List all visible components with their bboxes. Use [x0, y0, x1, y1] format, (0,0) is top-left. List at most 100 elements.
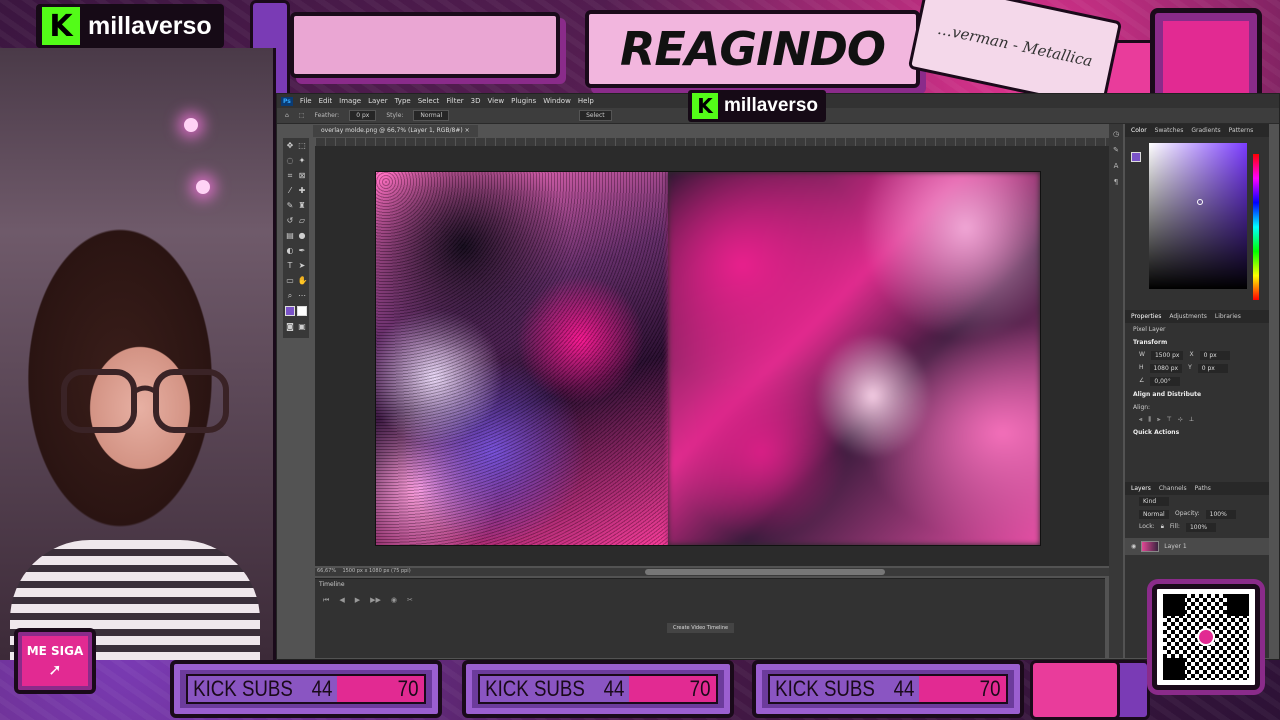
menu-help[interactable]: Help	[578, 97, 594, 105]
photoshop-logo-icon[interactable]: Ps	[281, 96, 293, 106]
horizontal-scrollbar[interactable]	[315, 568, 1111, 576]
visibility-eye-icon[interactable]: ◉	[1131, 543, 1136, 550]
qr-code-panel[interactable]	[1152, 584, 1260, 690]
canvas-area[interactable]	[315, 146, 1111, 566]
select-mask-button[interactable]: Select	[579, 110, 612, 121]
qr-code-icon[interactable]	[1163, 594, 1249, 680]
fill-input[interactable]: 100%	[1185, 523, 1216, 532]
history-brush-icon[interactable]: ↺	[286, 216, 295, 225]
foreground-color-chip[interactable]	[1131, 152, 1141, 162]
photoshop-window[interactable]: Ps File Edit Image Layer Type Select Fil…	[276, 93, 1280, 660]
next-frame-icon[interactable]: ▶▶	[370, 596, 381, 605]
audio-icon[interactable]: ◉	[391, 596, 397, 605]
tab-color[interactable]: Color	[1131, 127, 1147, 134]
tab-properties[interactable]: Properties	[1131, 313, 1161, 320]
align-center-icon[interactable]: ⫼	[1148, 416, 1151, 424]
scrollbar-thumb[interactable]	[645, 569, 885, 575]
blur-tool-icon[interactable]: ●	[298, 231, 307, 240]
align-top-icon[interactable]: ⊤	[1167, 416, 1172, 424]
tab-adjustments[interactable]: Adjustments	[1169, 313, 1207, 320]
gradient-tool-icon[interactable]: ▤	[286, 231, 295, 240]
background-color-swatch[interactable]	[297, 306, 307, 316]
dodge-tool-icon[interactable]: ◐	[286, 246, 295, 255]
brush-settings-icon[interactable]: ✎	[1113, 146, 1119, 154]
menu-plugins[interactable]: Plugins	[511, 97, 536, 105]
zoom-level[interactable]: 66,67%	[317, 568, 336, 574]
menu-type[interactable]: Type	[395, 97, 411, 105]
hand-tool-icon[interactable]: ✋	[298, 276, 308, 285]
menu-image[interactable]: Image	[339, 97, 361, 105]
menu-edit[interactable]: Edit	[319, 97, 333, 105]
eraser-tool-icon[interactable]: ▱	[298, 216, 307, 225]
align-left-icon[interactable]: ⫷	[1139, 416, 1142, 424]
more-tools-icon[interactable]: ⋯	[298, 291, 307, 300]
split-icon[interactable]: ✂	[407, 596, 413, 605]
create-video-timeline-button[interactable]: Create Video Timeline	[667, 623, 735, 633]
lock-icon[interactable]: 🔒︎	[1161, 523, 1164, 532]
menu-filter[interactable]: Filter	[446, 97, 463, 105]
color-picker-ring[interactable]	[1197, 199, 1203, 205]
marquee-tool-icon[interactable]: ⬚	[299, 112, 305, 119]
tab-paths[interactable]: Paths	[1195, 485, 1211, 492]
feather-input[interactable]: 0 px	[349, 110, 377, 121]
foreground-color-swatch[interactable]	[285, 306, 295, 316]
align-header[interactable]: Align and Distribute	[1125, 388, 1269, 401]
color-field[interactable]	[1149, 143, 1247, 289]
document-tab[interactable]: overlay molde.png @ 66,7% (Layer 1, RGB/…	[313, 125, 478, 137]
eyedropper-icon[interactable]: ⁄	[286, 186, 295, 195]
opacity-input[interactable]: 100%	[1205, 510, 1236, 519]
tab-gradients[interactable]: Gradients	[1191, 127, 1220, 134]
marquee-tool-icon[interactable]: ⬚	[298, 141, 307, 150]
tab-channels[interactable]: Channels	[1159, 485, 1187, 492]
tab-libraries[interactable]: Libraries	[1215, 313, 1241, 320]
menu-3d[interactable]: 3D	[471, 97, 481, 105]
align-bottom-icon[interactable]: ⊥	[1189, 416, 1194, 424]
quick-mask-icon[interactable]: ◙	[286, 322, 295, 331]
menu-file[interactable]: File	[300, 97, 312, 105]
angle-input[interactable]: 0,00°	[1150, 377, 1181, 386]
crop-tool-icon[interactable]: ⌗	[286, 171, 295, 180]
tab-patterns[interactable]: Patterns	[1229, 127, 1254, 134]
move-tool-icon[interactable]: ✥	[286, 141, 295, 150]
lasso-tool-icon[interactable]: ◌	[286, 156, 295, 165]
height-input[interactable]: 1080 px	[1149, 364, 1183, 373]
menu-window[interactable]: Window	[543, 97, 571, 105]
align-right-icon[interactable]: ⫸	[1157, 416, 1160, 424]
layer-item[interactable]: ◉ Layer 1	[1125, 538, 1269, 555]
history-icon[interactable]: ◷	[1113, 130, 1119, 138]
align-middle-icon[interactable]: ⊹	[1178, 416, 1183, 424]
blend-mode-select[interactable]: Normal	[1139, 510, 1169, 519]
menu-layer[interactable]: Layer	[368, 97, 388, 105]
character-icon[interactable]: A	[1114, 162, 1119, 170]
zoom-tool-icon[interactable]: ⌕	[286, 291, 295, 300]
type-tool-icon[interactable]: T	[286, 261, 295, 270]
prev-frame-icon[interactable]: ◀	[339, 596, 344, 605]
kind-filter-select[interactable]: Kind	[1139, 497, 1169, 506]
shape-tool-icon[interactable]: ▭	[286, 276, 295, 285]
first-frame-icon[interactable]: ⏮	[323, 596, 329, 605]
brush-tool-icon[interactable]: ✎	[286, 201, 295, 210]
path-select-icon[interactable]: ➤	[298, 261, 307, 270]
tab-layers[interactable]: Layers	[1131, 485, 1151, 492]
screen-mode-icon[interactable]: ▣	[298, 322, 307, 331]
healing-brush-icon[interactable]: ✚	[298, 186, 307, 195]
quick-actions-header[interactable]: Quick Actions	[1125, 426, 1269, 439]
home-icon[interactable]: ⌂	[285, 112, 289, 119]
paragraph-icon[interactable]: ¶	[1114, 178, 1118, 186]
style-select[interactable]: Normal	[413, 110, 450, 121]
width-input[interactable]: 1500 px	[1150, 351, 1184, 360]
menu-view[interactable]: View	[488, 97, 505, 105]
transform-header[interactable]: Transform	[1125, 336, 1269, 349]
tab-swatches[interactable]: Swatches	[1155, 127, 1184, 134]
x-input[interactable]: 0 px	[1199, 351, 1230, 360]
layer-name[interactable]: Layer 1	[1164, 543, 1186, 550]
y-input[interactable]: 0 px	[1197, 364, 1228, 373]
hue-slider[interactable]	[1253, 154, 1259, 300]
menu-select[interactable]: Select	[418, 97, 440, 105]
follow-button[interactable]: ME SIGA ➚	[14, 628, 96, 694]
play-icon[interactable]: ▶	[355, 596, 360, 605]
magic-wand-icon[interactable]: ✦	[298, 156, 307, 165]
stamp-tool-icon[interactable]: ♜	[298, 201, 307, 210]
pen-tool-icon[interactable]: ✒	[298, 246, 307, 255]
document-canvas[interactable]	[375, 171, 1041, 546]
